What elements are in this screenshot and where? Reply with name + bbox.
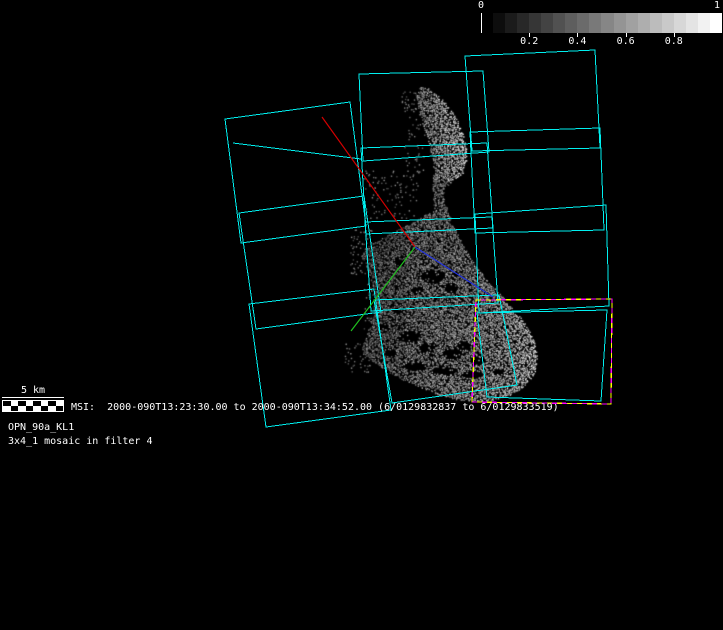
dashed-frame-overlay	[0, 0, 723, 630]
msi-mosaic-display: 0 1 0.20.40.60.8 5 km MSI: 2000-090T13:2…	[0, 0, 723, 630]
next-frame-dashed-yellow	[472, 299, 612, 404]
next-frame-dashed-magenta	[472, 299, 612, 404]
